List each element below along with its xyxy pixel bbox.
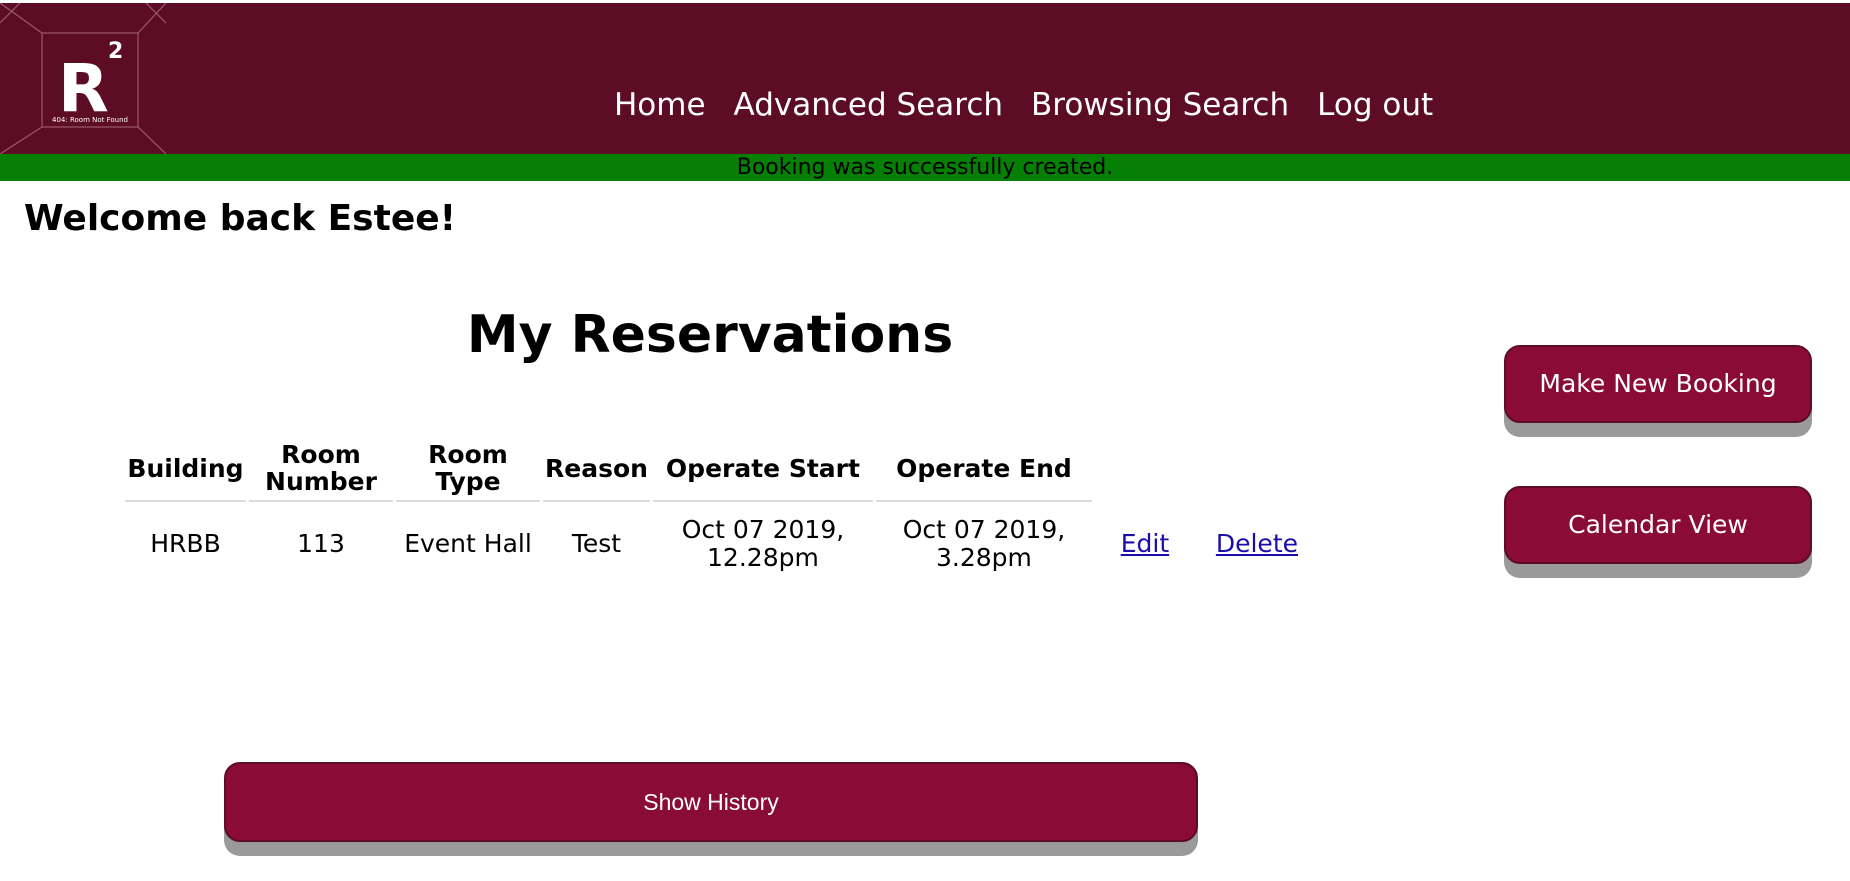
cell-building: HRBB — [150, 529, 221, 558]
column-header-reason: Reason — [543, 436, 650, 502]
table-row: HRBB 113 Event Hall Test Oct 07 2019, 12… — [125, 502, 1316, 586]
nav-logout-link[interactable]: Log out — [1317, 87, 1433, 123]
success-flash-message: Booking was successfully created. — [0, 154, 1850, 181]
nav-home-link[interactable]: Home — [614, 87, 706, 123]
reservations-table: Building Room Number Room Type Reason Op… — [122, 436, 1319, 586]
cell-room-number: 113 — [297, 529, 345, 558]
table-header-row: Building Room Number Room Type Reason Op… — [125, 436, 1316, 502]
cell-delete: Delete — [1198, 502, 1316, 586]
column-header-operate-start: Operate Start — [652, 436, 873, 502]
column-header-edit-spacer — [1095, 436, 1195, 502]
reservations-title: My Reservations — [466, 305, 954, 365]
make-new-booking-button[interactable]: Make New Booking — [1504, 345, 1812, 423]
edit-link[interactable]: Edit — [1121, 529, 1169, 558]
calendar-view-button[interactable]: Calendar View — [1504, 486, 1812, 564]
column-header-building: Building — [125, 436, 246, 502]
site-logo[interactable]: R 2 404: Room Not Found — [0, 3, 166, 154]
nav-browsing-search-link[interactable]: Browsing Search — [1031, 87, 1289, 123]
logo-superscript: 2 — [108, 39, 123, 64]
logo-tagline: 404: Room Not Found — [52, 116, 128, 124]
cell-reason: Test — [571, 529, 622, 558]
show-history-button[interactable]: Show History — [224, 762, 1198, 842]
top-nav-bar: R 2 404: Room Not Found Home Advanced Se… — [0, 3, 1850, 154]
cell-operate-end: Oct 07 2019, 3.28pm — [902, 515, 1066, 572]
cell-operate-start: Oct 07 2019, 12.28pm — [681, 515, 845, 572]
cell-edit: Edit — [1095, 502, 1195, 586]
main-nav: Home Advanced Search Browsing Search Log… — [614, 87, 1461, 123]
welcome-heading: Welcome back Estee! — [24, 198, 457, 239]
delete-link[interactable]: Delete — [1216, 529, 1298, 558]
cell-room-type: Event Hall — [404, 529, 532, 558]
column-header-room-number: Room Number — [249, 436, 393, 502]
nav-advanced-search-link[interactable]: Advanced Search — [734, 87, 1003, 123]
column-header-room-type: Room Type — [396, 436, 540, 502]
column-header-delete-spacer — [1198, 436, 1316, 502]
column-header-operate-end: Operate End — [875, 436, 1092, 502]
